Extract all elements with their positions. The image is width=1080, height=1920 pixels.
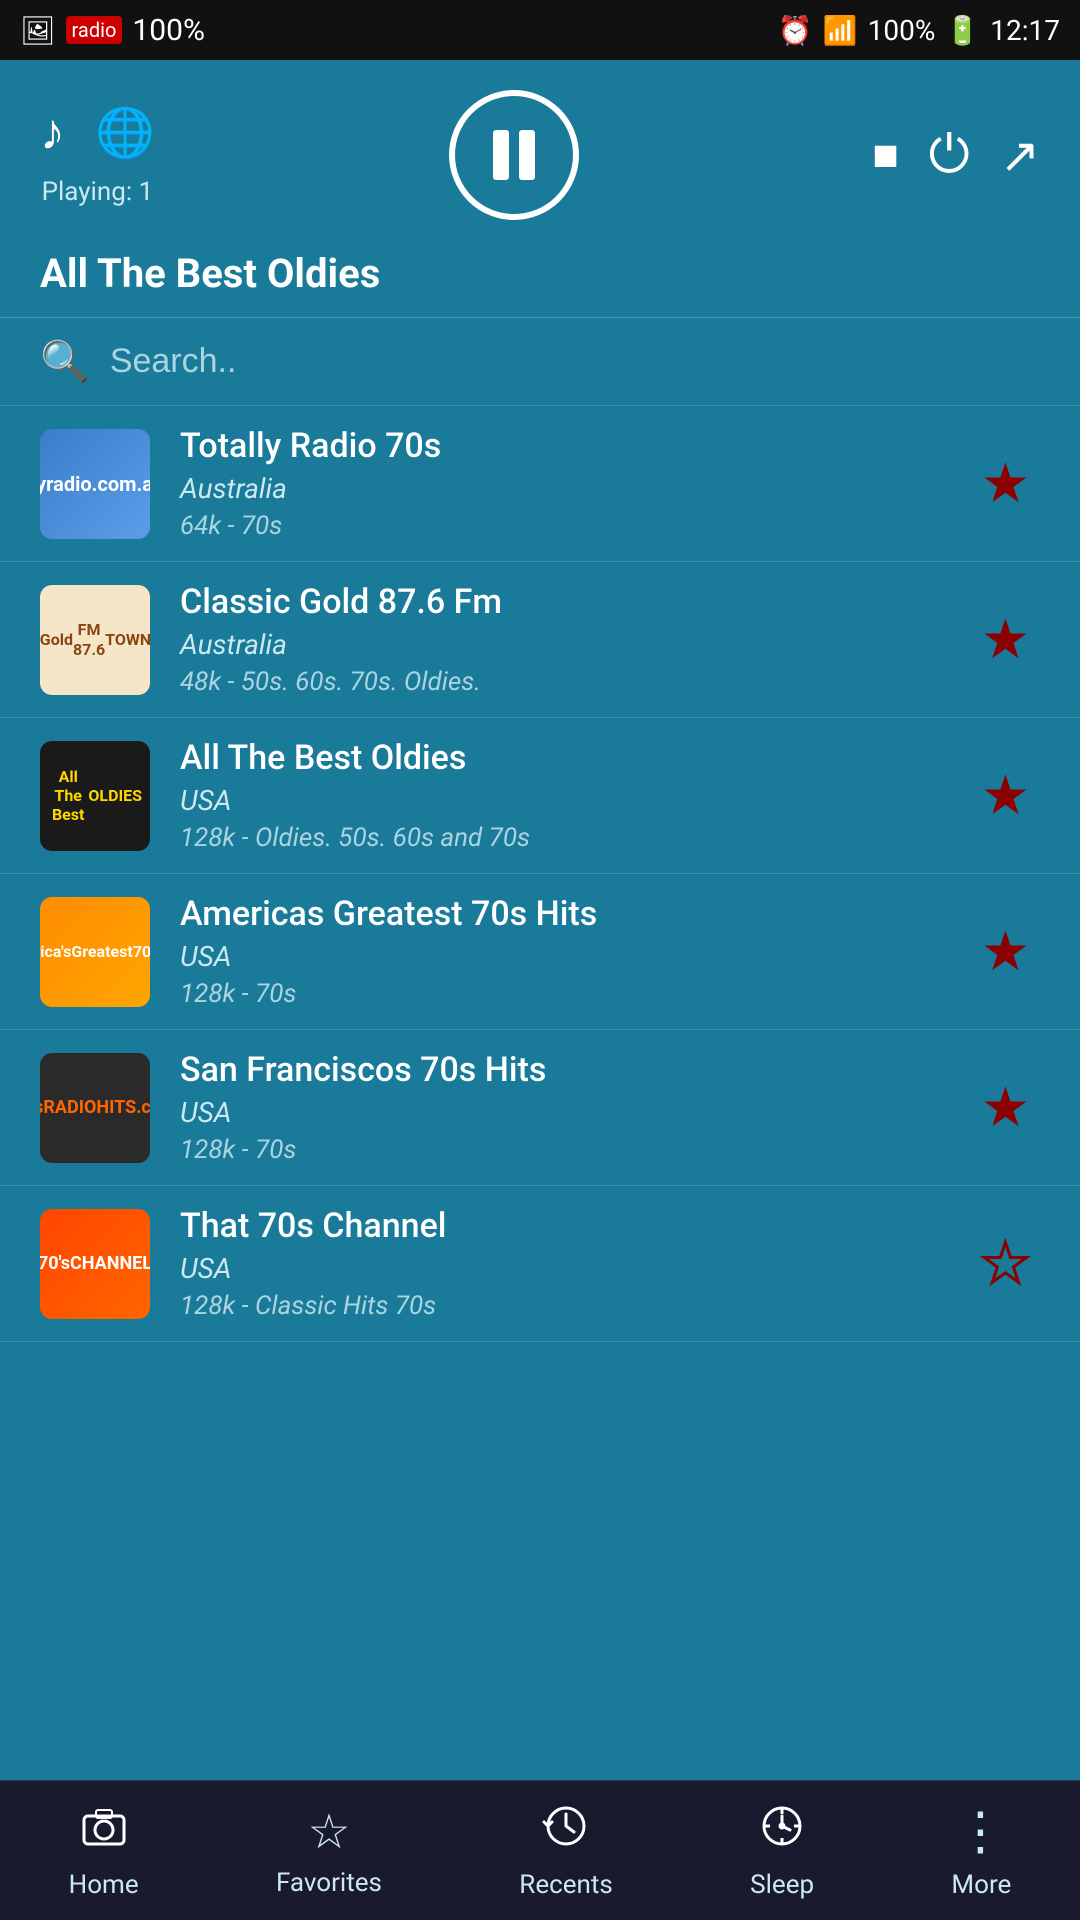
list-item[interactable]: 70sRADIOHITS.com San Franciscos 70s Hits… <box>0 1030 1080 1186</box>
pause-button[interactable] <box>449 90 579 220</box>
wifi-icon: 📶 <box>823 14 858 47</box>
station-country: Australia <box>180 472 971 505</box>
station-list-container: totallyradio.com.au70's Totally Radio 70… <box>0 406 1080 1482</box>
favorites-label: Favorites <box>276 1868 382 1898</box>
more-label: More <box>951 1870 1011 1900</box>
favorite-star[interactable]: ★ <box>971 597 1040 682</box>
list-item[interactable]: ClassicGoldFM 87.6TOWNSVILLE Classic Gol… <box>0 562 1080 718</box>
station-name: Americas Greatest 70s Hits <box>180 894 971 934</box>
station-info: That 70s Channel USA 128k - Classic Hits… <box>180 1206 971 1321</box>
home-label: Home <box>69 1870 139 1900</box>
station-logo: America'sGreatest70sHits <box>40 897 150 1007</box>
station-info: Classic Gold 87.6 Fm Australia 48k - 50s… <box>180 582 971 697</box>
share-button[interactable]: ↗ <box>1000 127 1040 184</box>
sleep-icon <box>758 1802 806 1862</box>
power-button[interactable]: ⏻ <box>929 124 970 186</box>
status-number: 100% <box>132 13 205 48</box>
station-name: Classic Gold 87.6 Fm <box>180 582 971 622</box>
station-logo: totallyradio.com.au70's <box>40 429 150 539</box>
station-logo: ClassicGoldFM 87.6TOWNSVILLE <box>40 585 150 695</box>
station-details: 128k - Classic Hits 70s <box>180 1291 971 1321</box>
station-details: 48k - 50s. 60s. 70s. Oldies. <box>180 667 971 697</box>
sleep-label: Sleep <box>750 1870 814 1900</box>
station-details: 64k - 70s <box>180 511 971 541</box>
list-item[interactable]: All The BestOLDIES All The Best Oldies U… <box>0 718 1080 874</box>
station-details: 128k - 70s <box>180 979 971 1009</box>
station-info: All The Best Oldies USA 128k - Oldies. 5… <box>180 738 971 853</box>
station-country: Australia <box>180 628 971 661</box>
status-bar: 🖼 radio 100% ⏰ 📶 100% 🔋 12:17 <box>0 0 1080 60</box>
nav-favorites[interactable]: ☆ Favorites <box>276 1803 382 1898</box>
nav-home[interactable]: Home <box>69 1802 139 1900</box>
status-right: ⏰ 📶 100% 🔋 12:17 <box>778 14 1060 47</box>
player-left-icons: ♪ 🌐 Playing: 1 <box>40 103 155 207</box>
station-logo: All The BestOLDIES <box>40 741 150 851</box>
player-header: ♪ 🌐 Playing: 1 ⏹ ⏻ ↗ <box>0 60 1080 240</box>
station-details: 128k - 70s <box>180 1135 971 1165</box>
stop-button[interactable]: ⏹ <box>873 124 899 186</box>
station-name: Totally Radio 70s <box>180 426 971 466</box>
now-playing-section: All The Best Oldies <box>0 240 1080 318</box>
station-country: USA <box>180 1096 971 1129</box>
pause-icon <box>493 130 535 180</box>
globe-icon[interactable]: 🌐 <box>95 104 155 161</box>
recents-icon <box>542 1802 590 1862</box>
playing-label: Playing: 1 <box>42 177 154 207</box>
station-logo: 70'sCHANNEL <box>40 1209 150 1319</box>
station-list: totallyradio.com.au70's Totally Radio 70… <box>0 406 1080 1342</box>
nav-recents[interactable]: Recents <box>519 1802 613 1900</box>
search-bar: 🔍 <box>0 318 1080 406</box>
station-logo: 70sRADIOHITS.com <box>40 1053 150 1163</box>
app-icon: radio <box>66 16 123 44</box>
station-info: Americas Greatest 70s Hits USA 128k - 70… <box>180 894 971 1009</box>
music-icon[interactable]: ♪ <box>40 103 65 162</box>
station-info: San Franciscos 70s Hits USA 128k - 70s <box>180 1050 971 1165</box>
home-icon <box>80 1802 128 1862</box>
favorite-star[interactable]: ★ <box>971 1065 1040 1150</box>
nav-more[interactable]: ⋮ More <box>951 1801 1011 1900</box>
favorite-star[interactable]: ★ <box>971 1221 1040 1306</box>
alarm-icon: ⏰ <box>778 14 813 47</box>
bottom-nav: Home ☆ Favorites Recents <box>0 1780 1080 1920</box>
station-info: Totally Radio 70s Australia 64k - 70s <box>180 426 971 541</box>
favorite-star[interactable]: ★ <box>971 909 1040 994</box>
favorite-star[interactable]: ★ <box>971 441 1040 526</box>
favorite-star[interactable]: ★ <box>971 753 1040 838</box>
station-details: 128k - Oldies. 50s. 60s and 70s <box>180 823 971 853</box>
search-icon: 🔍 <box>40 338 90 385</box>
station-name: San Franciscos 70s Hits <box>180 1050 971 1090</box>
now-playing-title: All The Best Oldies <box>40 250 1040 297</box>
station-country: USA <box>180 1252 971 1285</box>
battery-icon: 🔋 <box>945 14 980 47</box>
favorites-icon: ☆ <box>307 1803 350 1860</box>
list-item[interactable]: America'sGreatest70sHits Americas Greate… <box>0 874 1080 1030</box>
recents-label: Recents <box>519 1870 613 1900</box>
status-left: 🖼 radio 100% <box>20 13 205 48</box>
more-icon: ⋮ <box>954 1801 1008 1862</box>
search-input[interactable] <box>110 342 1040 381</box>
photo-icon: 🖼 <box>20 14 56 47</box>
list-item[interactable]: 70'sCHANNEL That 70s Channel USA 128k - … <box>0 1186 1080 1342</box>
station-name: All The Best Oldies <box>180 738 971 778</box>
battery-percent: 100% <box>868 14 936 47</box>
station-name: That 70s Channel <box>180 1206 971 1246</box>
nav-sleep[interactable]: Sleep <box>750 1802 814 1900</box>
station-country: USA <box>180 940 971 973</box>
clock: 12:17 <box>990 14 1060 47</box>
list-item[interactable]: totallyradio.com.au70's Totally Radio 70… <box>0 406 1080 562</box>
station-country: USA <box>180 784 971 817</box>
player-controls: ⏹ ⏻ ↗ <box>873 124 1040 186</box>
